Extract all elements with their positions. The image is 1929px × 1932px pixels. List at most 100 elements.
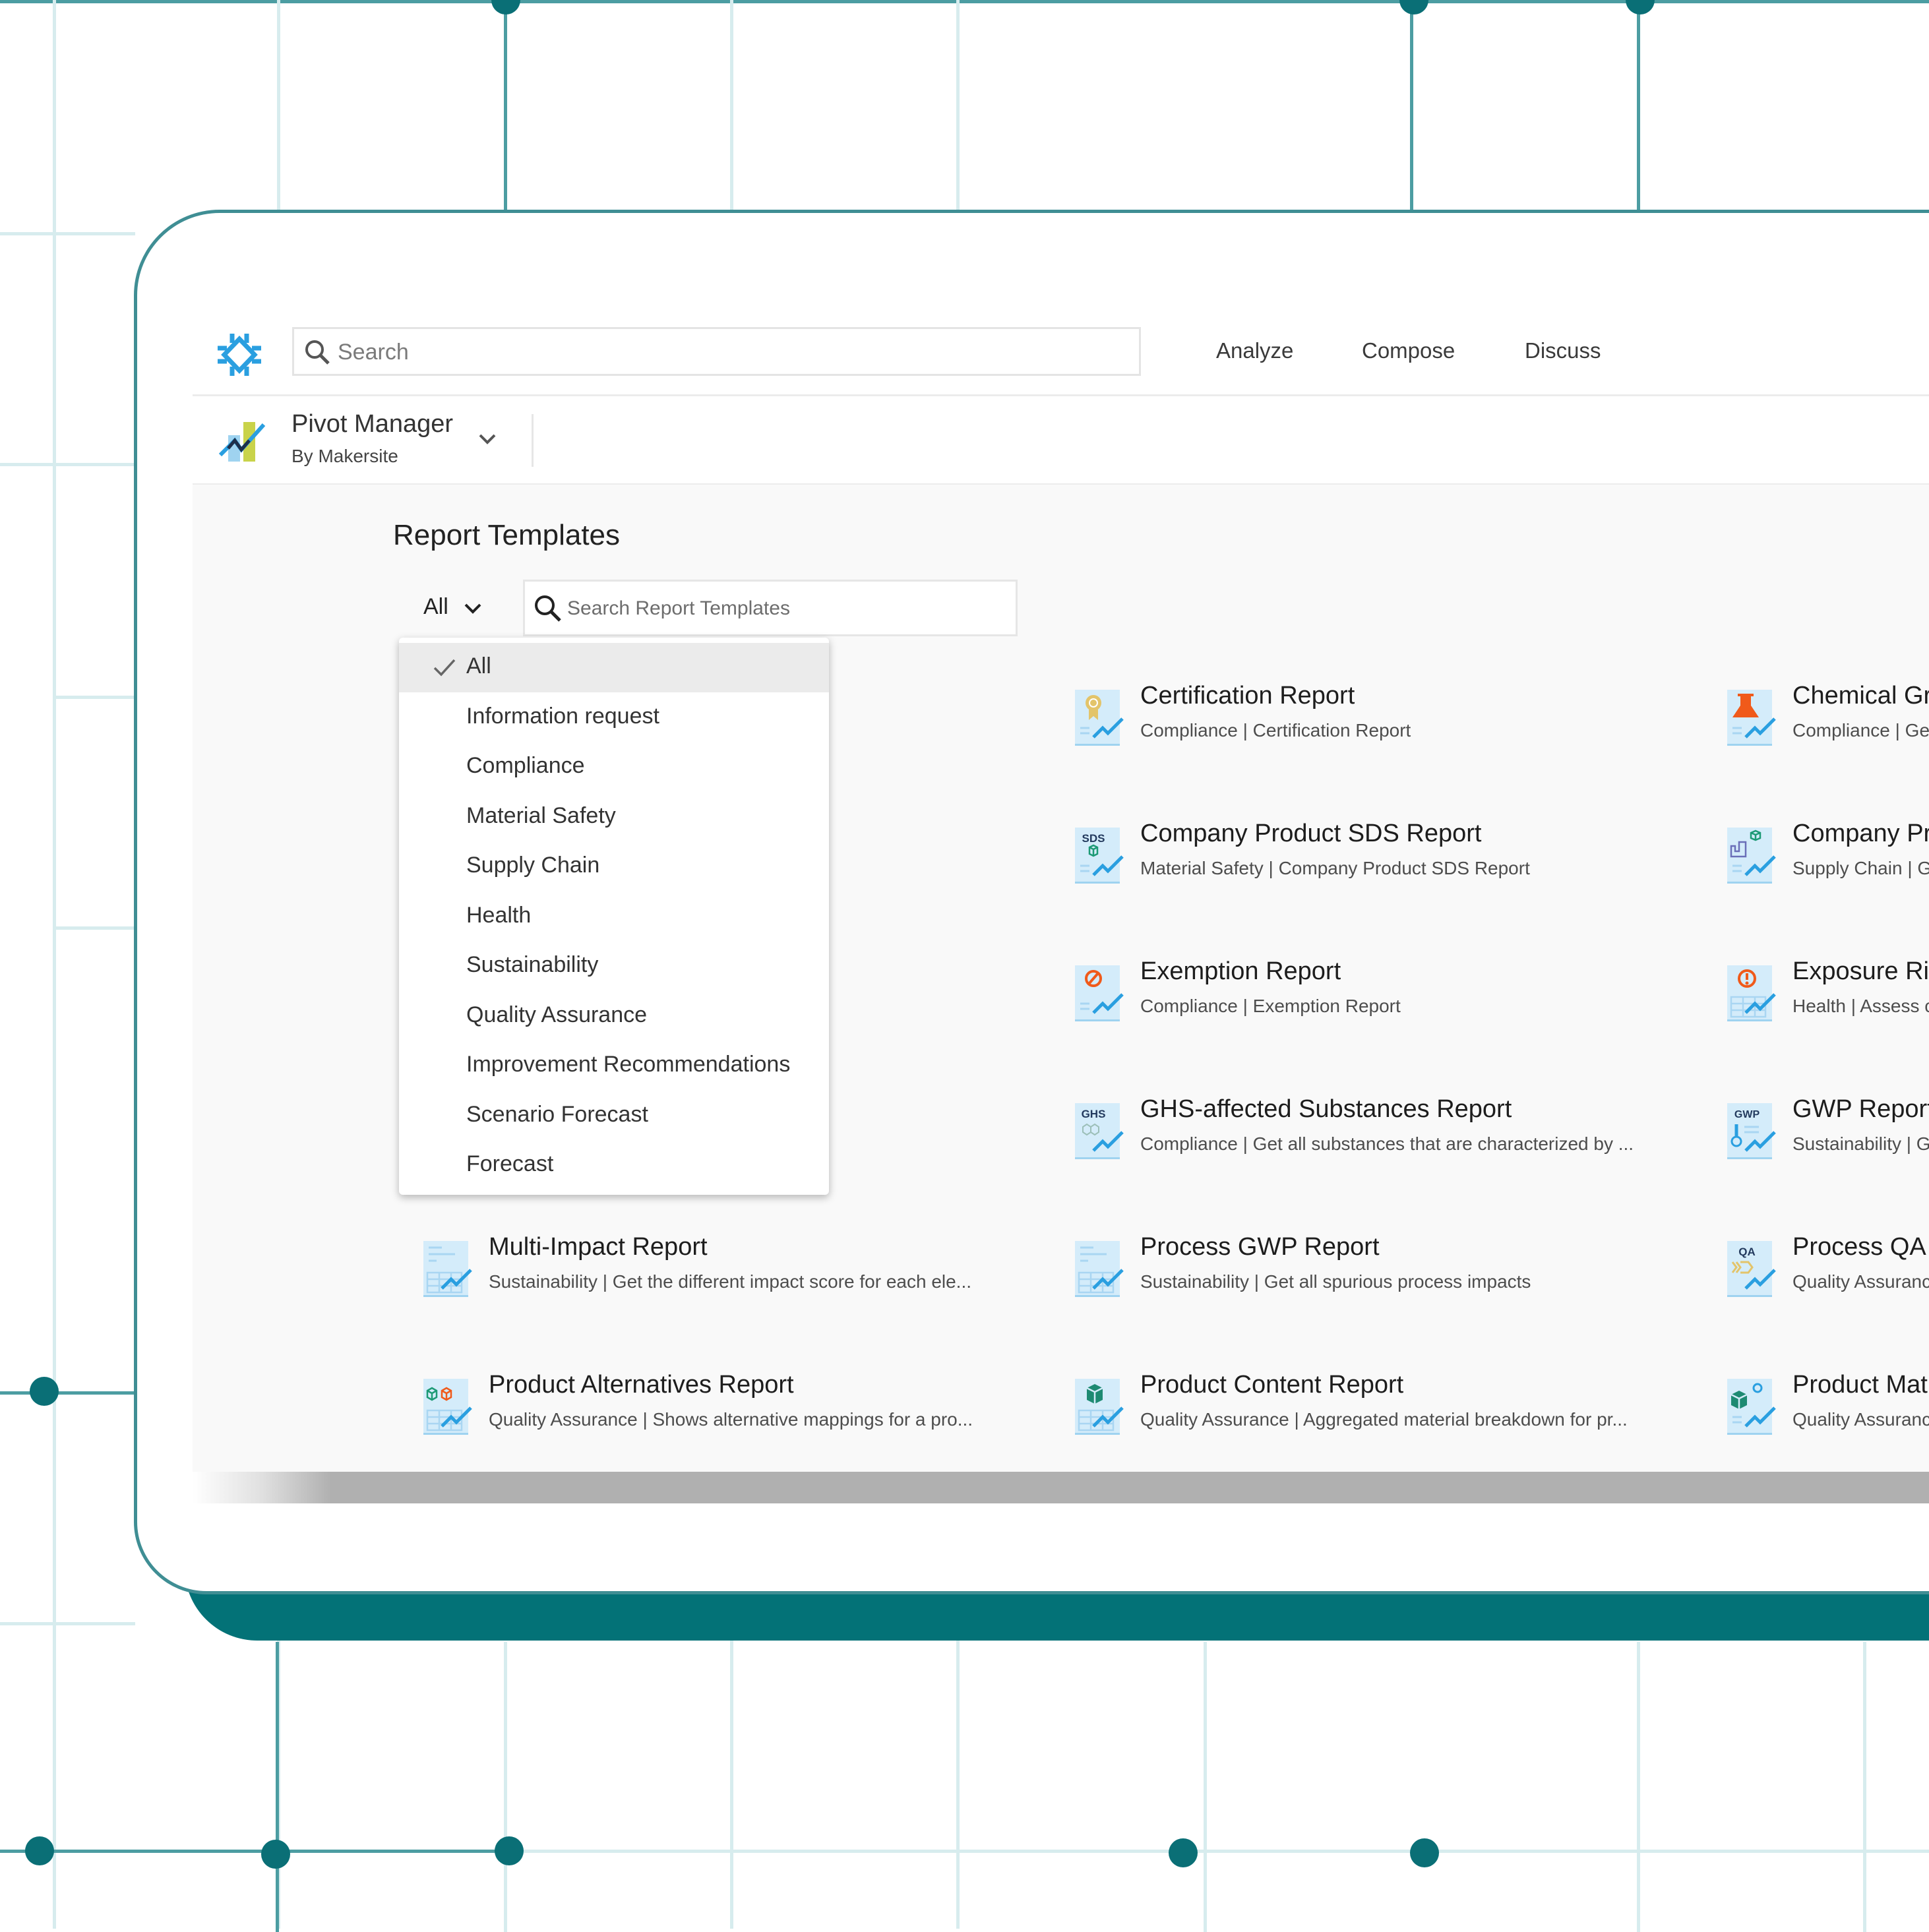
template-card[interactable]: Certification Report Compliance | Certifi…	[1074, 682, 1707, 789]
template-subtitle: Supply Chain | Ge	[1792, 858, 1929, 878]
grid-node	[1410, 1838, 1439, 1867]
dropdown-option[interactable]: Scenario Forecast	[399, 1091, 829, 1141]
report-templates-panel: Report Templates All Search Report Templ…	[193, 483, 1929, 1503]
svg-text:GHS: GHS	[1082, 1108, 1106, 1120]
template-card[interactable]: SDS Company Product SDS Report Material Sa…	[1074, 820, 1707, 926]
header-divider	[193, 394, 1929, 396]
template-title: Product Mat	[1792, 1371, 1928, 1399]
search-placeholder: Search	[338, 340, 409, 365]
app-title: Pivot Manager	[291, 410, 454, 438]
dropdown-option-label: Sustainability	[466, 952, 599, 977]
template-card[interactable]: Product Alternatives Report Quality Assur…	[422, 1371, 1055, 1478]
table-report-icon	[1075, 1241, 1124, 1297]
template-subtitle: Sustainability | G	[1792, 1133, 1929, 1154]
template-title: GHS-affected Substances Report	[1140, 1095, 1512, 1123]
template-search-input[interactable]: Search Report Templates	[523, 580, 1018, 636]
dropdown-option-label: Forecast	[466, 1151, 554, 1176]
template-card[interactable]: Multi-Impact Report Sustainability | Get …	[422, 1233, 1055, 1340]
grid-line	[504, 0, 507, 211]
dropdown-option-label: Quality Assurance	[466, 1002, 648, 1027]
chevron-down-icon[interactable]	[476, 427, 499, 450]
template-card[interactable]: GWP GWP Report Sustainability | G	[1726, 1095, 1929, 1202]
grid-line	[53, 696, 135, 699]
template-card[interactable]: Process GWP Report Sustainability | Get a…	[1074, 1233, 1707, 1340]
grid-line	[1637, 0, 1640, 211]
gwp-icon: GWP	[1727, 1103, 1776, 1159]
svg-text:GWP: GWP	[1734, 1109, 1760, 1120]
grid-node	[25, 1836, 54, 1865]
template-title: Multi-Impact Report	[489, 1233, 708, 1261]
grid-line	[0, 232, 135, 235]
dropdown-option-label: Information request	[466, 703, 659, 729]
template-subtitle: Quality Assuranc	[1792, 1271, 1929, 1292]
global-search-input[interactable]: Search	[292, 327, 1141, 376]
ghs-icon: GHS	[1075, 1103, 1124, 1159]
dropdown-option[interactable]: Material Safety	[399, 793, 829, 842]
grid-node	[1169, 1838, 1198, 1867]
makersite-logo-icon[interactable]	[216, 331, 262, 378]
chevron-down-icon[interactable]	[463, 598, 483, 618]
dropdown-option-label: Improvement Recommendations	[466, 1052, 791, 1077]
template-card[interactable]: Exposure Ris Health | Assess c	[1726, 957, 1929, 1064]
grid-line	[53, 0, 56, 1929]
template-subtitle: Material Safety | Company Product SDS Re…	[1140, 858, 1530, 878]
grid-line	[0, 1850, 514, 1853]
dropdown-option[interactable]: Forecast	[399, 1141, 829, 1190]
template-title: Exemption Report	[1140, 957, 1341, 985]
template-card[interactable]: Product Mat Quality Assuranc	[1726, 1371, 1929, 1478]
vertical-divider	[532, 414, 534, 467]
template-title: Product Alternatives Report	[489, 1371, 794, 1399]
nav-discuss[interactable]: Discuss	[1525, 338, 1601, 363]
checkmark-icon	[433, 659, 456, 677]
template-card[interactable]: GHS GHS-affected Substances Report Complia…	[1074, 1095, 1707, 1202]
grid-line	[1204, 1642, 1207, 1932]
svg-text:QA: QA	[1738, 1246, 1756, 1258]
category-filter[interactable]: All	[423, 594, 448, 620]
nav-analyze[interactable]: Analyze	[1216, 338, 1293, 363]
grid-line	[0, 463, 135, 466]
alternatives-icon	[423, 1379, 472, 1435]
factory-icon	[1727, 828, 1776, 884]
grid-line	[1863, 1642, 1866, 1932]
search-icon	[535, 595, 561, 622]
dropdown-option[interactable]: Information request	[399, 693, 829, 742]
app-subtitle: By Makersite	[291, 446, 398, 466]
template-title: Process GWP Report	[1140, 1233, 1380, 1261]
grid-node	[1626, 0, 1655, 15]
template-card[interactable]: QA Process QA Quality Assuranc	[1726, 1233, 1929, 1340]
grid-line	[0, 1391, 135, 1395]
dropdown-option[interactable]: Health	[399, 892, 829, 942]
template-subtitle: Compliance | Exemption Report	[1140, 996, 1401, 1016]
product-material-icon	[1727, 1379, 1776, 1435]
template-title: GWP Report	[1792, 1095, 1929, 1123]
sds-icon: SDS	[1075, 828, 1124, 884]
template-card[interactable]: Exemption Report Compliance | Exemption R…	[1074, 957, 1707, 1064]
template-subtitle: Compliance | Certification Report	[1140, 720, 1411, 740]
dropdown-option-label: Supply Chain	[466, 853, 600, 878]
horizontal-scrollbar[interactable]	[193, 1472, 1929, 1503]
grid-node	[495, 1836, 524, 1865]
template-title: Product Content Report	[1140, 1371, 1404, 1399]
flask-icon	[1727, 690, 1776, 746]
template-subtitle: Quality Assurance | Aggregated material …	[1140, 1409, 1628, 1430]
dropdown-option[interactable]: All	[399, 643, 829, 692]
grid-node	[261, 1840, 290, 1869]
template-title: Company Product SDS Report	[1140, 820, 1482, 847]
dropdown-option[interactable]: Sustainability	[399, 942, 829, 991]
template-subtitle: Compliance | Get	[1792, 720, 1929, 740]
template-card[interactable]: Chemical Gr Compliance | Get	[1726, 682, 1929, 789]
search-placeholder: Search Report Templates	[567, 597, 790, 619]
product-box-icon	[1075, 1379, 1124, 1435]
dropdown-option[interactable]: Compliance	[399, 742, 829, 792]
dropdown-option[interactable]: Improvement Recommendations	[399, 1041, 829, 1091]
template-card[interactable]: Company Pr Supply Chain | Ge	[1726, 820, 1929, 926]
table-report-icon	[423, 1241, 472, 1297]
template-subtitle: Quality Assuranc	[1792, 1409, 1929, 1430]
grid-node	[30, 1377, 59, 1406]
dropdown-option[interactable]: Supply Chain	[399, 842, 829, 891]
template-card[interactable]: Product Content Report Quality Assurance …	[1074, 1371, 1707, 1478]
grid-line	[53, 926, 135, 930]
dropdown-option[interactable]: Quality Assurance	[399, 992, 829, 1041]
nav-compose[interactable]: Compose	[1362, 338, 1455, 363]
page-title: Report Templates	[393, 519, 621, 551]
